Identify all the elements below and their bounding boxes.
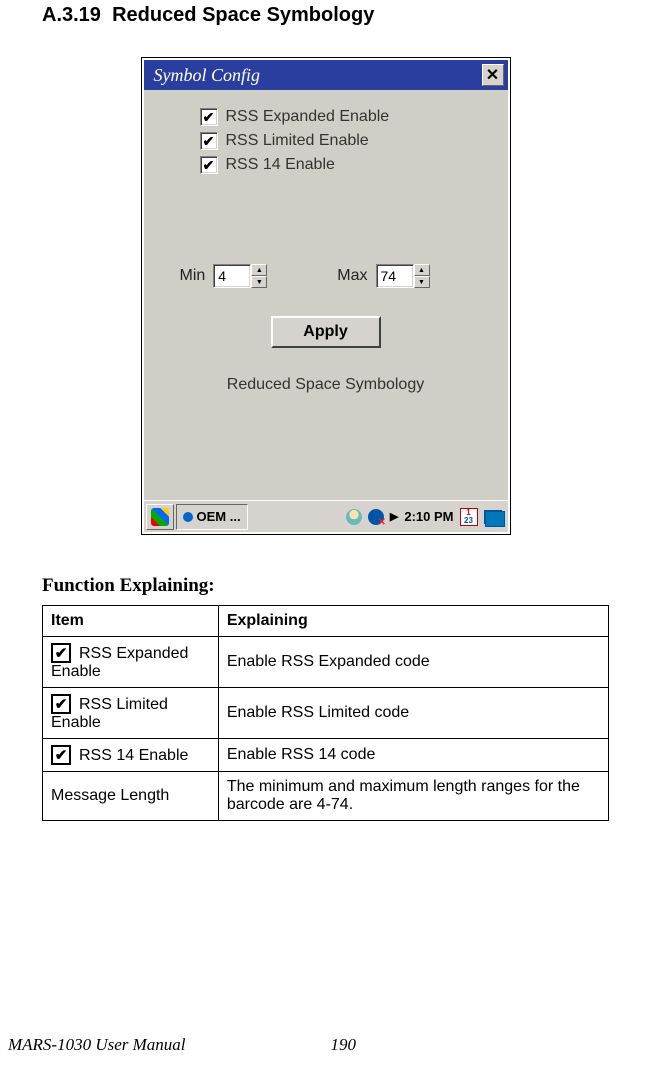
network-disconnected-icon[interactable] <box>368 509 384 525</box>
task-icon <box>183 512 193 522</box>
table-explain-cell: Enable RSS Expanded code <box>218 637 608 688</box>
checkbox-label: RSS Expanded Enable <box>226 108 390 126</box>
checkbox-row-rss-14[interactable]: ✔ RSS 14 Enable <box>200 156 496 174</box>
max-group: Max 74 ▲ ▼ <box>337 264 429 288</box>
max-spin-down[interactable]: ▼ <box>414 276 430 288</box>
table-row: ✔RSS Limited Enable Enable RSS Limited c… <box>43 688 609 739</box>
dialog-window: Symbol Config ✕ ✔ RSS Expanded Enable ✔ … <box>144 60 508 532</box>
start-button[interactable] <box>146 504 174 530</box>
calendar-bottom: 23 <box>464 517 473 525</box>
table-row: Message Length The minimum and maximum l… <box>43 772 609 821</box>
page-footer: MARS-1030 User Manual 190 <box>0 1035 651 1055</box>
screenshot-frame: Symbol Config ✕ ✔ RSS Expanded Enable ✔ … <box>141 57 511 535</box>
min-value: 4 <box>218 268 226 284</box>
close-icon: ✕ <box>486 65 499 85</box>
checkbox-row-rss-expanded[interactable]: ✔ RSS Expanded Enable <box>200 108 496 126</box>
user-icon[interactable] <box>346 509 362 525</box>
task-label: OEM ... <box>197 509 241 524</box>
table-header-explaining: Explaining <box>218 606 608 637</box>
footer-manual-name: MARS-1030 User Manual <box>8 1035 186 1055</box>
taskbar-task-oem[interactable]: OEM ... <box>176 504 248 530</box>
checkbox-icon: ✔ <box>200 156 218 174</box>
table-row: ✔RSS Expanded Enable Enable RSS Expanded… <box>43 637 609 688</box>
function-table: Item Explaining ✔RSS Expanded Enable Ena… <box>42 605 609 821</box>
table-item-text: RSS 14 Enable <box>79 747 188 764</box>
table-explain-cell: Enable RSS Limited code <box>218 688 608 739</box>
windows-flag-icon <box>151 508 169 526</box>
section-number: A.3.19 <box>42 4 101 26</box>
dialog-body: ✔ RSS Expanded Enable ✔ RSS Limited Enab… <box>144 90 508 500</box>
checkbox-icon: ✔ <box>200 108 218 126</box>
apply-label: Apply <box>303 323 347 341</box>
checkbox-icon: ✔ <box>51 643 71 663</box>
section-heading: A.3.19 Reduced Space Symbology <box>42 4 609 27</box>
min-max-row: Min 4 ▲ ▼ Max 74 ▲ ▼ <box>180 264 496 288</box>
checkbox-row-rss-limited[interactable]: ✔ RSS Limited Enable <box>200 132 496 150</box>
checkbox-label: RSS 14 Enable <box>226 156 335 174</box>
min-spin-down[interactable]: ▼ <box>251 276 267 288</box>
min-spin-up[interactable]: ▲ <box>251 264 267 276</box>
section-title: Reduced Space Symbology <box>112 4 374 26</box>
min-label: Min <box>180 267 206 285</box>
table-explain-cell: Enable RSS 14 code <box>218 739 608 772</box>
table-header-row: Item Explaining <box>43 606 609 637</box>
max-value: 74 <box>381 268 397 284</box>
max-label: Max <box>337 267 367 285</box>
checkbox-icon: ✔ <box>51 745 71 765</box>
table-item-cell: ✔RSS Limited Enable <box>43 688 219 739</box>
taskbar: OEM ... ▶ 2:10 PM 1 23 <box>144 500 508 532</box>
table-header-item: Item <box>43 606 219 637</box>
dialog-caption: Reduced Space Symbology <box>156 376 496 394</box>
function-explaining-heading: Function Explaining: <box>42 575 609 597</box>
min-group: Min 4 ▲ ▼ <box>180 264 268 288</box>
checkbox-label: RSS Limited Enable <box>226 132 369 150</box>
cascade-windows-icon[interactable] <box>484 510 502 524</box>
max-spin-up[interactable]: ▲ <box>414 264 430 276</box>
checkbox-icon: ✔ <box>200 132 218 150</box>
table-row: ✔ RSS 14 Enable Enable RSS 14 code <box>43 739 609 772</box>
window-title: Symbol Config <box>154 65 482 86</box>
system-tray: ▶ 2:10 PM 1 23 <box>342 508 506 526</box>
table-item-cell: ✔RSS Expanded Enable <box>43 637 219 688</box>
max-spinner: ▲ ▼ <box>414 264 430 288</box>
footer-page-number: 190 <box>331 1035 357 1055</box>
table-item-text: RSS Expanded Enable <box>51 645 188 680</box>
checkbox-icon: ✔ <box>51 694 71 714</box>
close-button[interactable]: ✕ <box>482 64 504 86</box>
titlebar: Symbol Config ✕ <box>144 60 508 90</box>
apply-button[interactable]: Apply <box>271 316 381 348</box>
table-explain-cell: The minimum and maximum length ranges fo… <box>218 772 608 821</box>
min-spinner: ▲ ▼ <box>251 264 267 288</box>
clock[interactable]: 2:10 PM <box>404 509 453 524</box>
table-item-cell: Message Length <box>43 772 219 821</box>
min-input[interactable]: 4 <box>213 264 251 288</box>
table-item-cell: ✔ RSS 14 Enable <box>43 739 219 772</box>
max-input[interactable]: 74 <box>376 264 414 288</box>
tray-arrow-icon[interactable]: ▶ <box>390 510 398 523</box>
calendar-icon[interactable]: 1 23 <box>460 508 478 526</box>
